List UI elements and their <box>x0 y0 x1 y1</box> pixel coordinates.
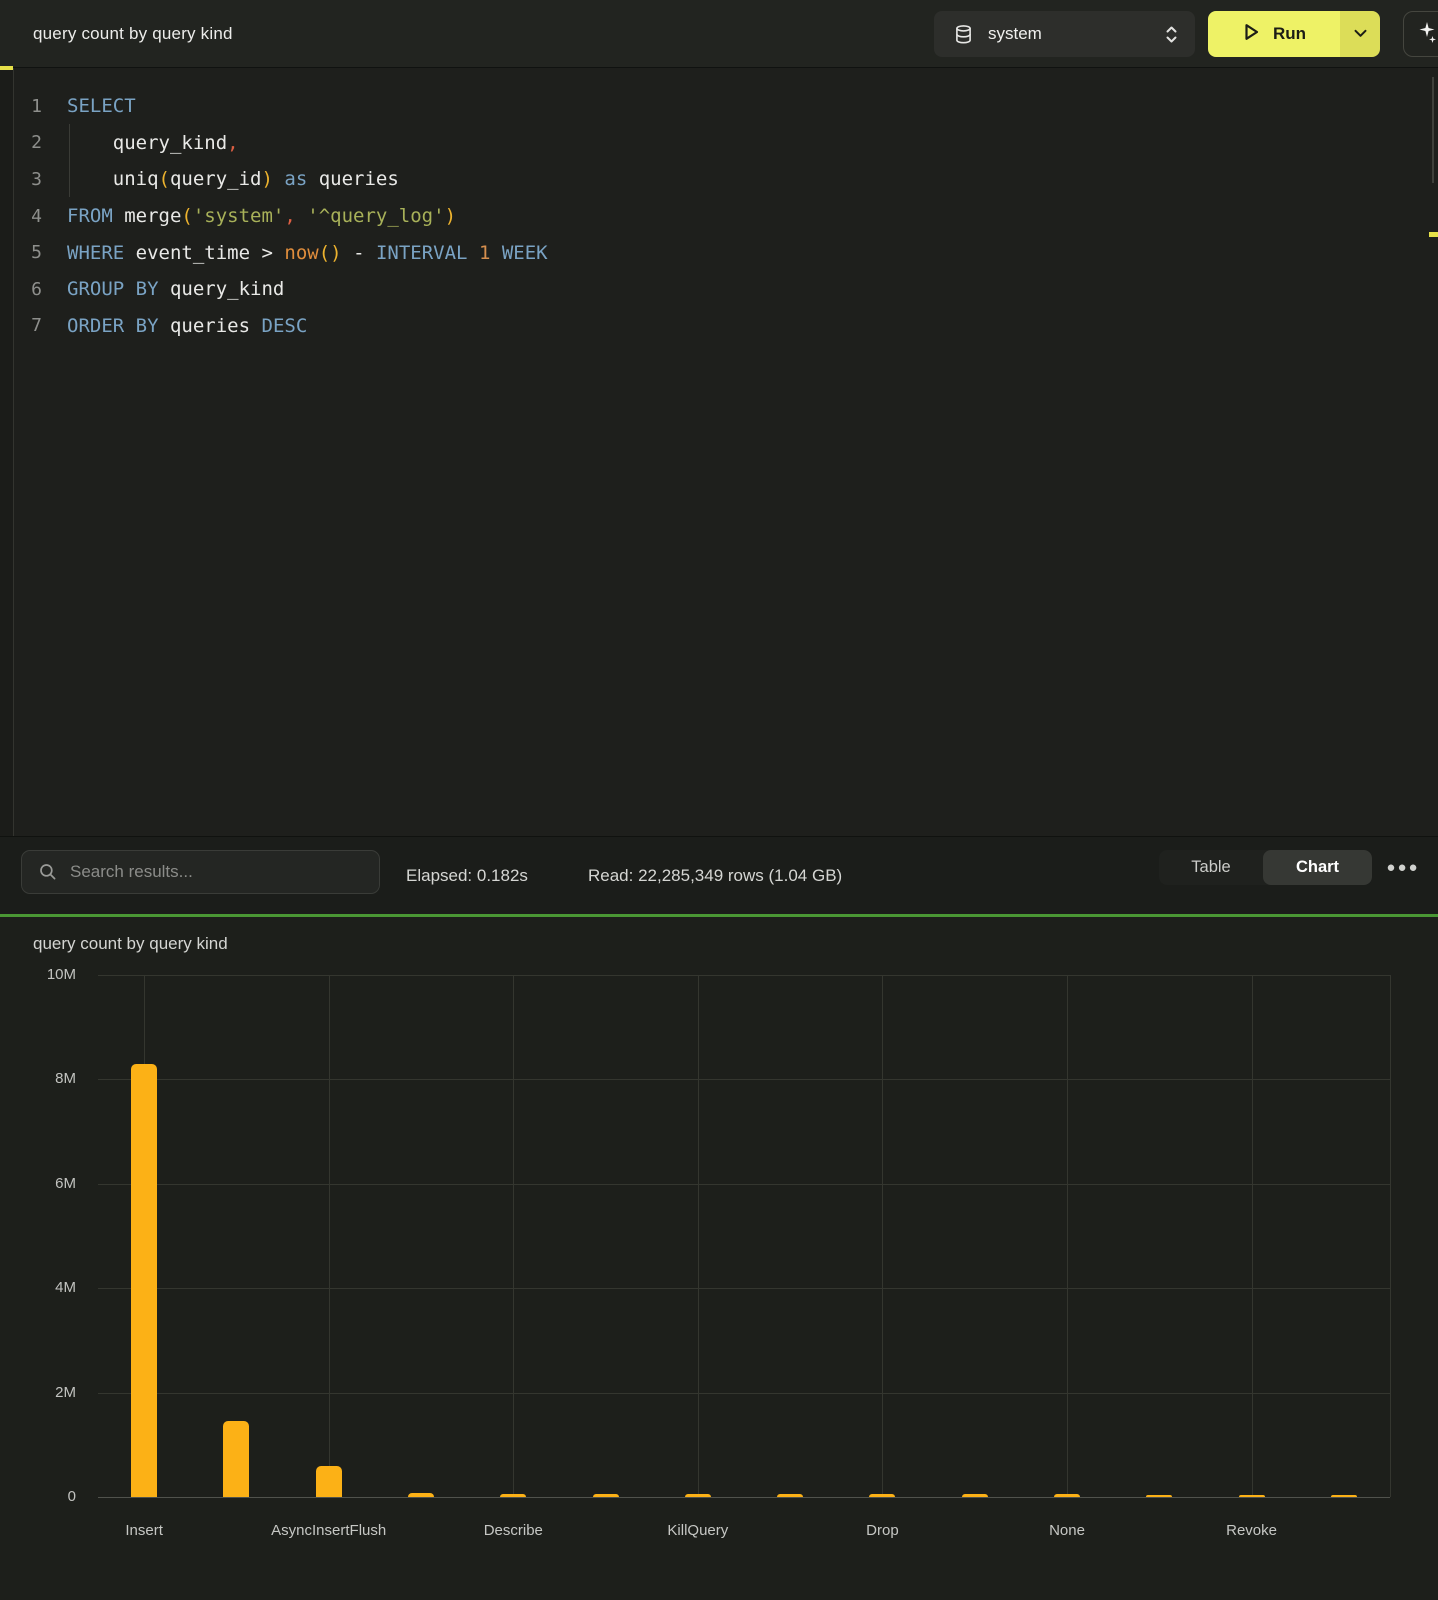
y-tick-0: 0 <box>16 1488 76 1505</box>
select-updown-icon <box>1164 24 1179 45</box>
line-number: 5 <box>14 242 42 263</box>
y-tick-10M: 10M <box>16 966 76 983</box>
x-label-None: None <box>977 1522 1157 1539</box>
bar-None[interactable] <box>1054 1494 1080 1497</box>
chart-title: query count by query kind <box>33 934 228 954</box>
bar-AsyncInsertFlush[interactable] <box>316 1466 342 1497</box>
read-stat: Read: 22,285,349 rows (1.04 GB) <box>588 837 842 915</box>
gridline-h-0 <box>98 1497 1390 1498</box>
bar[interactable] <box>223 1421 249 1497</box>
line-content: SELECT <box>67 95 136 117</box>
line-content: ORDER BY queries DESC <box>67 315 307 337</box>
code-line-7[interactable]: 7 ORDER BY queries DESC <box>0 308 1438 345</box>
code-line-3[interactable]: 3 uniq(query_id) as queries <box>0 161 1438 198</box>
database-selector[interactable]: system <box>934 11 1195 57</box>
chevron-down-icon <box>1354 25 1367 43</box>
x-label-AsyncInsertFlush: AsyncInsertFlush <box>239 1522 419 1539</box>
line-content: uniq(query_id) as queries <box>67 168 399 190</box>
line-content: FROM merge('system', '^query_log') <box>67 205 456 227</box>
bar[interactable] <box>1331 1495 1357 1497</box>
bar[interactable] <box>408 1493 434 1497</box>
line-content: WHERE event_time > now() - INTERVAL 1 WE… <box>67 242 548 264</box>
line-number: 4 <box>14 206 42 227</box>
x-label-Describe: Describe <box>423 1522 603 1539</box>
bar-Insert[interactable] <box>131 1064 157 1497</box>
x-label-KillQuery: KillQuery <box>608 1522 788 1539</box>
chart-panel: query count by query kind 0 2M 4M 6M 8M 10M In… <box>0 914 1438 1600</box>
search-icon <box>39 863 57 881</box>
code-line-2[interactable]: 2 query_kind, <box>0 125 1438 162</box>
play-icon <box>1242 22 1261 47</box>
editor-marker-top <box>0 66 13 70</box>
line-number: 3 <box>14 169 42 190</box>
gridline-h-4M <box>98 1288 1390 1289</box>
tab-table[interactable]: Table <box>1159 850 1263 885</box>
gridline-h-6M <box>98 1184 1390 1185</box>
line-number: 7 <box>14 315 42 336</box>
run-options-button[interactable] <box>1340 11 1380 57</box>
bar[interactable] <box>777 1494 803 1497</box>
run-button-label: Run <box>1273 24 1306 44</box>
gridline-v <box>1067 975 1068 1497</box>
code-lines: 1SELECT2 query_kind,3 uniq(query_id) as … <box>0 88 1438 344</box>
gridline-h-8M <box>98 1079 1390 1080</box>
gridline-h-10M <box>98 975 1390 976</box>
code-line-1[interactable]: 1 SELECT <box>0 88 1438 125</box>
bar-KillQuery[interactable] <box>685 1494 711 1497</box>
editor-scrollbar-thumb[interactable] <box>1432 77 1434 183</box>
gridline-v <box>1252 975 1253 1497</box>
search-results-box[interactable] <box>21 850 380 894</box>
x-label-Drop: Drop <box>792 1522 972 1539</box>
database-selected-value: system <box>988 24 1042 44</box>
x-label-Revoke: Revoke <box>1162 1522 1342 1539</box>
bar[interactable] <box>962 1494 988 1497</box>
editor-marker-right <box>1429 232 1438 237</box>
line-number: 1 <box>14 96 42 117</box>
x-label-Insert: Insert <box>54 1522 234 1539</box>
search-input[interactable] <box>70 862 360 882</box>
sql-editor[interactable]: 1SELECT2 query_kind,3 uniq(query_id) as … <box>0 68 1438 836</box>
tab-chart[interactable]: Chart <box>1263 850 1372 885</box>
line-number: 2 <box>14 132 42 153</box>
gridline-v <box>329 975 330 1497</box>
line-number: 6 <box>14 279 42 300</box>
top-toolbar: query count by query kind system Run <box>0 0 1438 68</box>
bar[interactable] <box>1146 1495 1172 1497</box>
gridline-v <box>882 975 883 1497</box>
format-query-button[interactable] <box>1403 11 1438 57</box>
gridline-v <box>698 975 699 1497</box>
run-button-group: Run <box>1208 11 1380 57</box>
line-content: GROUP BY query_kind <box>67 278 284 300</box>
run-button[interactable]: Run <box>1208 11 1340 57</box>
gridline-h-2M <box>98 1393 1390 1394</box>
indent-guide <box>69 124 70 197</box>
code-line-6[interactable]: 6 GROUP BY query_kind <box>0 271 1438 308</box>
query-title: query count by query kind <box>33 0 233 68</box>
bar-Describe[interactable] <box>500 1494 526 1497</box>
more-options-button[interactable]: ●●● <box>1385 850 1421 885</box>
view-toggle: Table Chart <box>1159 850 1372 885</box>
y-tick-6M: 6M <box>16 1175 76 1192</box>
code-line-4[interactable]: 4 FROM merge('system', '^query_log') <box>0 198 1438 235</box>
y-tick-2M: 2M <box>16 1384 76 1401</box>
database-icon <box>955 25 972 44</box>
gridline-v <box>513 975 514 1497</box>
sparkle-icon <box>1416 20 1438 49</box>
bar-Revoke[interactable] <box>1239 1495 1265 1497</box>
y-tick-8M: 8M <box>16 1070 76 1087</box>
bar[interactable] <box>593 1494 619 1497</box>
code-line-5[interactable]: 5 WHERE event_time > now() - INTERVAL 1 W… <box>0 234 1438 271</box>
y-tick-4M: 4M <box>16 1279 76 1296</box>
ellipsis-icon: ●●● <box>1386 859 1419 876</box>
bar-Drop[interactable] <box>869 1494 895 1497</box>
gridline-v-right <box>1390 975 1391 1497</box>
results-toolbar: Elapsed: 0.182s Read: 22,285,349 rows (1… <box>0 836 1438 914</box>
line-content: query_kind, <box>67 132 239 154</box>
elapsed-stat: Elapsed: 0.182s <box>406 837 528 915</box>
